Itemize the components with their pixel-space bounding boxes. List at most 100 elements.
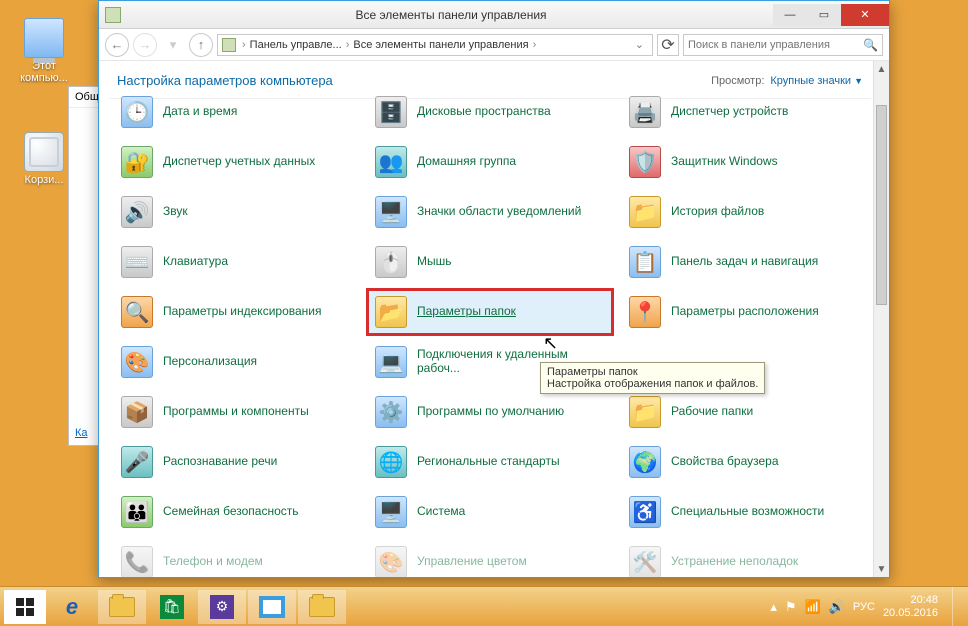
item-indexing[interactable]: 🔍Параметры индексирования: [113, 289, 359, 335]
tray-icon: 🖥️: [375, 196, 407, 228]
item-label: Телефон и модем: [163, 555, 263, 569]
gear-icon: ⚙: [210, 595, 234, 619]
browser-icon: 🌍: [629, 446, 661, 478]
item-internet-options[interactable]: 🌍Свойства браузера: [621, 439, 867, 485]
scroll-up-button[interactable]: ▲: [874, 61, 889, 77]
tray-clock[interactable]: 20:48 20.05.2016: [883, 594, 938, 619]
view-value: Крупные значки: [770, 75, 851, 87]
item-storage-spaces[interactable]: 🗄️Дисковые пространства: [367, 89, 613, 135]
scrollbar[interactable]: ▲ ▼: [873, 61, 889, 577]
desktop-icon-label: Этот компью...: [14, 60, 74, 84]
item-device-manager[interactable]: 🖨️Диспетчер устройств: [621, 89, 867, 135]
item-label: Защитник Windows: [671, 155, 778, 169]
item-label: Персонализация: [163, 355, 257, 369]
store-icon: 🛍: [160, 595, 184, 619]
troubleshoot-icon: 🛠️: [629, 546, 661, 577]
up-button[interactable]: ↑: [189, 33, 213, 57]
item-speech[interactable]: 🎤Распознавание речи: [113, 439, 359, 485]
item-label: Региональные стандарты: [417, 455, 560, 469]
desktop-icon-recycle-bin[interactable]: Корзи...: [14, 132, 74, 186]
breadcrumb-segment[interactable]: Панель управле...: [250, 39, 342, 51]
item-programs-features[interactable]: 📦Программы и компоненты: [113, 389, 359, 435]
taskbar: e 🛍 ⚙ ▴ ⚑ 📶 🔊 РУС 20:48 20.05.2016: [0, 586, 968, 626]
remote-icon: 💻: [375, 346, 407, 378]
forward-button[interactable]: →: [133, 33, 157, 57]
item-work-folders[interactable]: 📁Рабочие папки: [621, 389, 867, 435]
minimize-button[interactable]: —: [773, 4, 807, 26]
item-notification-icons[interactable]: 🖥️Значки области уведомлений: [367, 189, 613, 235]
system-tray: ▴ ⚑ 📶 🔊 РУС 20:48 20.05.2016: [770, 587, 964, 626]
refresh-button[interactable]: ⟳: [657, 34, 679, 56]
item-sound[interactable]: 🔊Звук: [113, 189, 359, 235]
computer-icon: [24, 18, 64, 58]
start-button[interactable]: [4, 590, 46, 624]
window-title: Все элементы панели управления: [355, 8, 546, 22]
tooltip-desc: Настройка отображения папок и файлов.: [547, 378, 758, 390]
back-button[interactable]: ←: [105, 33, 129, 57]
close-button[interactable]: ✕: [841, 4, 889, 26]
bg-link[interactable]: Ка: [75, 427, 88, 439]
item-troubleshoot[interactable]: 🛠️Устранение неполадок: [621, 539, 867, 577]
scroll-thumb[interactable]: [876, 105, 887, 305]
item-phone-modem[interactable]: 📞Телефон и модем: [113, 539, 359, 577]
item-label: Распознавание речи: [163, 455, 277, 469]
scroll-track[interactable]: [874, 77, 889, 561]
address-bar-row: ← → ▾ ↑ › Панель управле... › Все элемен…: [99, 29, 889, 61]
recent-dropdown[interactable]: ▾: [161, 33, 185, 57]
taskbar-explorer[interactable]: [98, 590, 146, 624]
item-location[interactable]: 📍Параметры расположения: [621, 289, 867, 335]
scroll-down-button[interactable]: ▼: [874, 561, 889, 577]
item-mouse[interactable]: 🖱️Мышь: [367, 239, 613, 285]
item-folder-options[interactable]: 📂Параметры папок: [367, 289, 613, 335]
maximize-button[interactable]: ▭: [807, 4, 841, 26]
item-system[interactable]: 🖥️Система: [367, 489, 613, 535]
item-date-time[interactable]: 🕒Дата и время: [113, 89, 359, 135]
taskbar-folder-open[interactable]: [298, 590, 346, 624]
folder-icon: [109, 597, 135, 617]
item-file-history[interactable]: 📁История файлов: [621, 189, 867, 235]
item-personalization[interactable]: 🎨Персонализация: [113, 339, 359, 385]
accessibility-icon: ♿: [629, 496, 661, 528]
homegroup-icon: 👥: [375, 146, 407, 178]
clock-date: 20.05.2016: [883, 607, 938, 620]
tray-chevron-icon[interactable]: ▴: [770, 599, 777, 615]
search-input[interactable]: [688, 39, 859, 51]
item-color-management[interactable]: 🎨Управление цветом: [367, 539, 613, 577]
desktop-icon-computer[interactable]: Этот компью...: [14, 18, 74, 84]
item-accessibility[interactable]: ♿Специальные возможности: [621, 489, 867, 535]
breadcrumb[interactable]: › Панель управле... › Все элементы панел…: [217, 34, 653, 56]
item-homegroup[interactable]: 👥Домашняя группа: [367, 139, 613, 185]
taskbar-ie[interactable]: e: [48, 590, 96, 624]
show-desktop-button[interactable]: [952, 587, 960, 626]
item-default-programs[interactable]: ⚙️Программы по умолчанию: [367, 389, 613, 435]
item-region[interactable]: 🌐Региональные стандарты: [367, 439, 613, 485]
desktop-icon-label: Корзи...: [14, 174, 74, 186]
control-panel-window: Все элементы панели управления — ▭ ✕ ← →…: [98, 0, 890, 578]
tray-volume-icon[interactable]: 🔊: [829, 599, 845, 615]
taskbar-control-panel[interactable]: [248, 590, 296, 624]
item-label: Параметры индексирования: [163, 305, 321, 319]
tray-language[interactable]: РУС: [853, 601, 875, 613]
item-family-safety[interactable]: 👪Семейная безопасность: [113, 489, 359, 535]
taskbar-store[interactable]: 🛍: [148, 590, 196, 624]
chevron-down-icon: ▼: [854, 76, 863, 86]
item-label: Дата и время: [163, 105, 237, 119]
search-box[interactable]: 🔍: [683, 34, 883, 56]
item-credential-manager[interactable]: 🔐Диспетчер учетных данных: [113, 139, 359, 185]
item-defender[interactable]: 🛡️Защитник Windows: [621, 139, 867, 185]
tray-network-icon[interactable]: 📶: [805, 599, 821, 615]
history-icon: 📁: [629, 196, 661, 228]
breadcrumb-segment[interactable]: Все элементы панели управления: [353, 39, 528, 51]
item-keyboard[interactable]: ⌨️Клавиатура: [113, 239, 359, 285]
page-heading: Настройка параметров компьютера: [117, 73, 711, 88]
control-panel-icon: [259, 596, 285, 618]
taskbar-settings[interactable]: ⚙: [198, 590, 246, 624]
item-taskbar-nav[interactable]: 📋Панель задач и навигация: [621, 239, 867, 285]
view-selector[interactable]: Крупные значки▼: [770, 75, 863, 87]
tray-flag-icon[interactable]: ⚑: [785, 599, 797, 615]
defaults-icon: ⚙️: [375, 396, 407, 428]
work-folders-icon: 📁: [629, 396, 661, 428]
address-dropdown[interactable]: ⌄: [631, 38, 648, 51]
titlebar[interactable]: Все элементы панели управления — ▭ ✕: [99, 1, 889, 29]
system-icon: 🖥️: [375, 496, 407, 528]
